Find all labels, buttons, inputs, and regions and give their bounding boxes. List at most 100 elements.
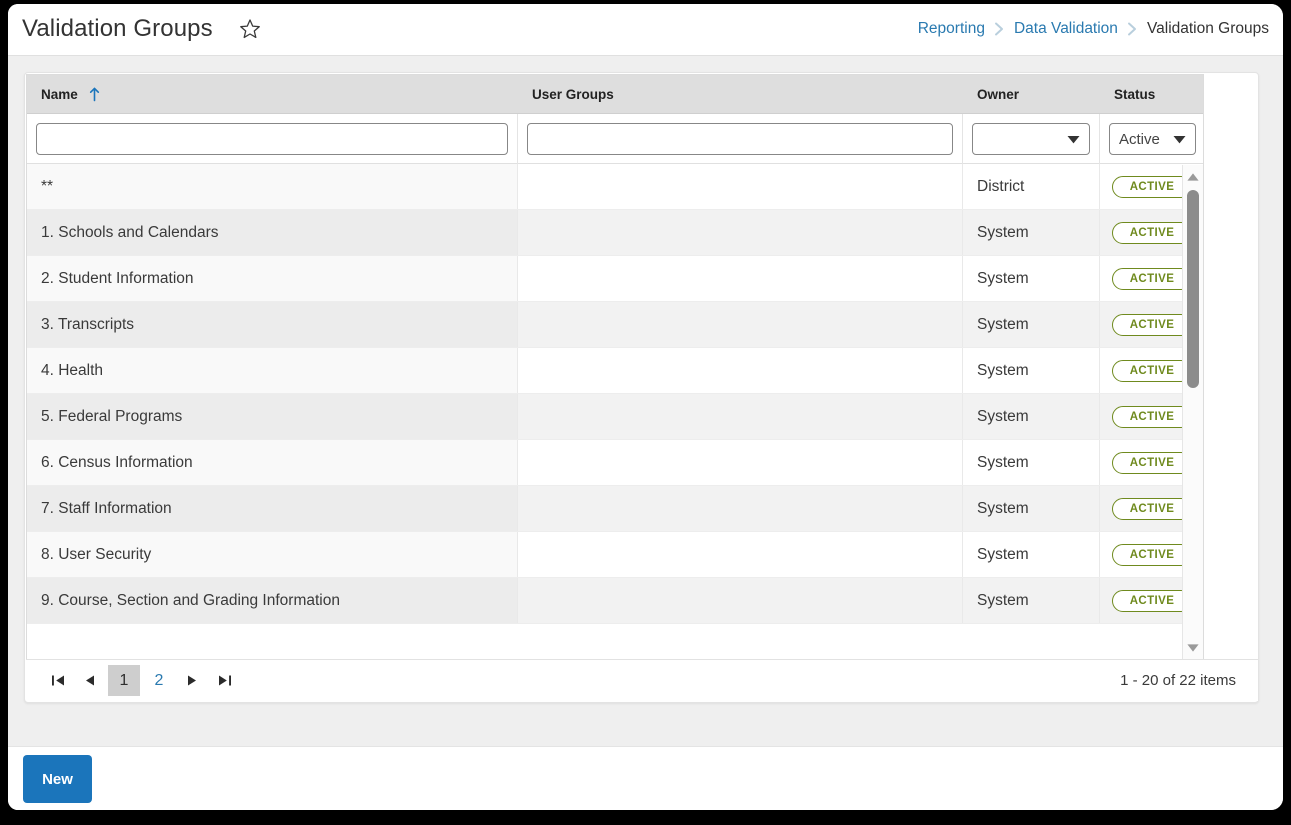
column-header-owner[interactable]: Owner [963,75,1100,114]
column-header-status-label: Status [1114,87,1156,102]
breadcrumb-item-current: Validation Groups [1146,20,1269,37]
new-button[interactable]: New [23,755,92,803]
chevron-down-icon [1062,135,1084,144]
page-last-icon[interactable] [209,666,239,696]
chevron-down-icon [1168,135,1190,144]
status-badge: ACTIVE [1112,497,1192,520]
filter-cell-status: Active [1100,114,1203,164]
cell-name: 8. User Security [27,532,518,577]
table-row[interactable]: ** District ACTIVE [27,164,1203,210]
app-header: Validation Groups Reporting Data Validat… [8,4,1283,56]
page-body: Name User Groups Owner Status Active ** … [8,56,1283,746]
cell-name: 7. Staff Information [27,486,518,531]
cell-user-groups [518,164,963,209]
cell-owner: System [963,440,1100,485]
cell-owner: System [963,486,1100,531]
table-row[interactable]: 2. Student Information System ACTIVE [27,256,1203,302]
status-badge: ACTIVE [1112,405,1192,428]
action-footer: New [8,746,1283,810]
status-badge: ACTIVE [1112,451,1192,474]
star-outline-icon[interactable] [238,17,262,41]
cell-user-groups [518,440,963,485]
scrollbar-thumb[interactable] [1187,190,1199,388]
grid-header-row: Name User Groups Owner Status [27,75,1203,114]
grid-vertical-scrollbar[interactable] [1182,165,1203,659]
page-next-icon[interactable] [177,666,207,696]
breadcrumb: Reporting Data Validation Validation Gro… [918,20,1269,38]
page-number-2[interactable]: 2 [143,665,175,696]
filter-cell-owner [963,114,1100,164]
cell-name: 6. Census Information [27,440,518,485]
column-header-name-label: Name [41,87,78,102]
table-row[interactable]: 5. Federal Programs System ACTIVE [27,394,1203,440]
cell-name: 3. Transcripts [27,302,518,347]
cell-user-groups [518,486,963,531]
filter-cell-name [27,114,518,164]
name-filter-input[interactable] [36,123,508,155]
table-row[interactable]: 8. User Security System ACTIVE [27,532,1203,578]
cell-name: 4. Health [27,348,518,393]
triangle-up-icon[interactable] [1183,167,1203,187]
page-prev-icon[interactable] [75,666,105,696]
app-surface: Validation Groups Reporting Data Validat… [8,4,1283,810]
cell-user-groups [518,210,963,255]
content-card: Name User Groups Owner Status Active ** … [24,72,1259,703]
page-first-icon[interactable] [43,666,73,696]
table-row[interactable]: 9. Course, Section and Grading Informati… [27,578,1203,624]
column-header-name[interactable]: Name [27,75,518,114]
validation-groups-grid: Name User Groups Owner Status Active ** … [26,74,1204,660]
status-badge: ACTIVE [1112,175,1192,198]
status-badge: ACTIVE [1112,221,1192,244]
user-groups-filter-input[interactable] [527,123,953,155]
status-badge: ACTIVE [1112,313,1192,336]
device-frame: Validation Groups Reporting Data Validat… [0,0,1291,825]
column-header-user-groups-label: User Groups [532,87,614,102]
pager-item-count: 1 - 20 of 22 items [1120,672,1236,689]
grid-filter-row: Active [27,114,1203,164]
status-badge: ACTIVE [1112,359,1192,382]
triangle-down-icon[interactable] [1183,638,1203,658]
cell-owner: System [963,532,1100,577]
status-badge: ACTIVE [1112,589,1192,612]
cell-owner: System [963,302,1100,347]
cell-user-groups [518,578,963,623]
table-row[interactable]: 1. Schools and Calendars System ACTIVE [27,210,1203,256]
cell-user-groups [518,394,963,439]
grid-pager: 1 2 1 - 20 of 22 items [26,659,1258,701]
table-row[interactable]: 6. Census Information System ACTIVE [27,440,1203,486]
cell-user-groups [518,302,963,347]
status-badge: ACTIVE [1112,267,1192,290]
table-row[interactable]: 3. Transcripts System ACTIVE [27,302,1203,348]
table-row[interactable]: 7. Staff Information System ACTIVE [27,486,1203,532]
arrow-up-icon [89,87,100,102]
page-number-1[interactable]: 1 [108,665,140,696]
cell-user-groups [518,256,963,301]
owner-filter-select[interactable] [972,123,1090,155]
status-filter-select[interactable]: Active [1109,123,1196,155]
filter-cell-user-groups [518,114,963,164]
status-filter-value: Active [1119,130,1160,148]
chevron-right-icon [994,22,1005,36]
cell-owner: System [963,348,1100,393]
cell-owner: System [963,256,1100,301]
column-header-owner-label: Owner [977,87,1020,102]
breadcrumb-item-reporting[interactable]: Reporting [918,20,985,38]
cell-owner: System [963,578,1100,623]
cell-name: 2. Student Information [27,256,518,301]
status-badge: ACTIVE [1112,543,1192,566]
chevron-right-icon [1127,22,1138,36]
column-header-user-groups[interactable]: User Groups [518,75,963,114]
grid-body: ** District ACTIVE 1. Schools and Calendars… [27,164,1203,659]
cell-owner: System [963,394,1100,439]
cell-owner: System [963,210,1100,255]
breadcrumb-item-data-validation[interactable]: Data Validation [1014,20,1118,38]
page-title: Validation Groups [22,15,213,42]
cell-name: 1. Schools and Calendars [27,210,518,255]
cell-name: 5. Federal Programs [27,394,518,439]
cell-owner: District [963,164,1100,209]
cell-user-groups [518,348,963,393]
cell-name: ** [27,164,518,209]
table-row[interactable]: 4. Health System ACTIVE [27,348,1203,394]
column-header-status[interactable]: Status [1100,75,1203,114]
grid-rows-viewport: ** District ACTIVE 1. Schools and Calendars… [27,164,1203,659]
